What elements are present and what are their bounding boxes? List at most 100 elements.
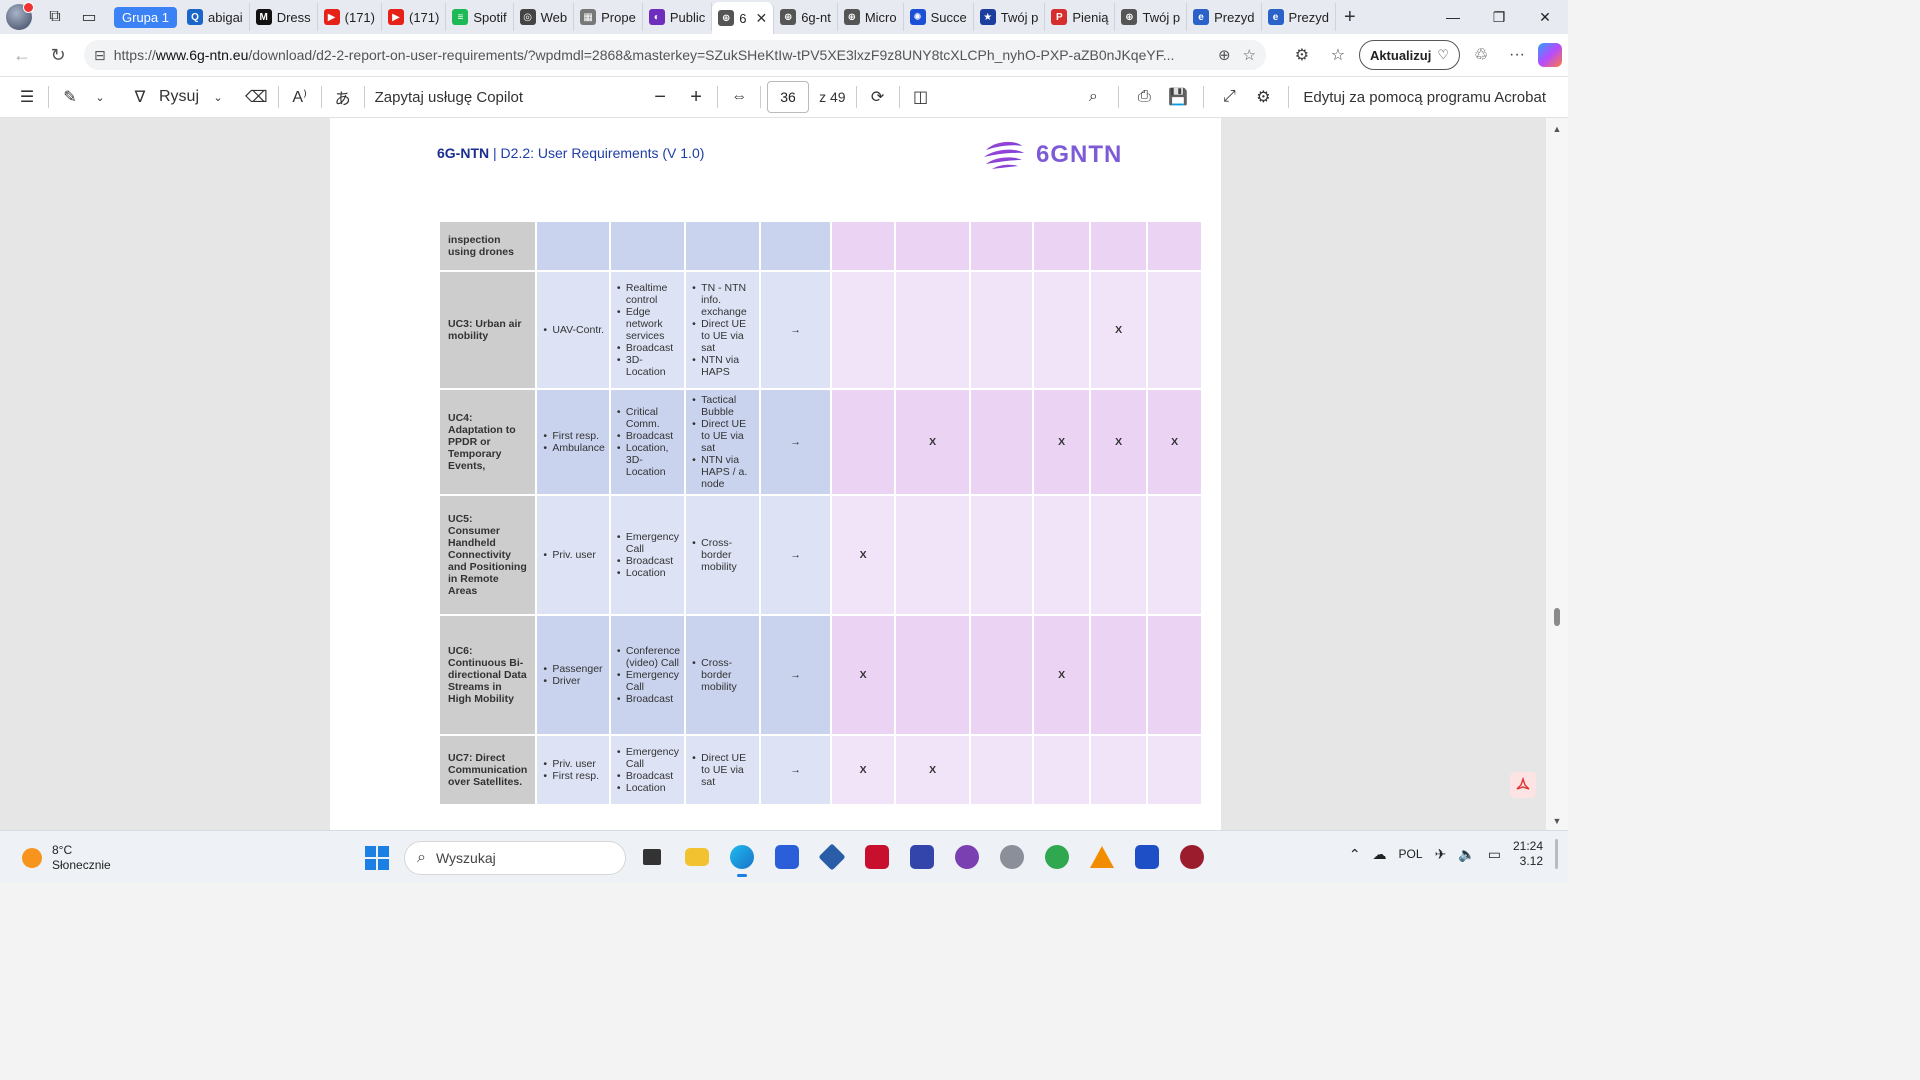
workspaces-icon[interactable]: ⧉ bbox=[38, 0, 72, 34]
file-explorer-icon[interactable] bbox=[681, 841, 713, 873]
settings-icon[interactable]: ⚙ bbox=[1248, 81, 1278, 113]
translate-icon[interactable]: あ bbox=[328, 81, 358, 113]
chevron-down-icon[interactable]: ⌄ bbox=[203, 81, 233, 113]
site-info-icon[interactable]: ⊟ bbox=[94, 47, 106, 64]
browser-tab[interactable]: ▶ (171) bbox=[318, 3, 382, 31]
browser-tab[interactable]: ◎ Web bbox=[514, 3, 575, 31]
save-disk-icon[interactable] bbox=[906, 841, 938, 873]
ask-copilot-button[interactable]: Zapytaj usługę Copilot bbox=[371, 81, 527, 113]
draw-icon[interactable]: ∇ bbox=[125, 81, 155, 113]
scroll-thumb[interactable] bbox=[1554, 608, 1560, 626]
minimize-icon[interactable]: — bbox=[1430, 0, 1476, 34]
scrollbar[interactable]: ▲ ▼ bbox=[1546, 118, 1568, 830]
tab-actions-icon[interactable]: ▭ bbox=[72, 0, 106, 34]
fullscreen-icon[interactable]: ⤢ bbox=[1214, 81, 1244, 113]
browser-tab[interactable]: ⊕ Micro bbox=[838, 3, 904, 31]
more-options-icon[interactable]: ··· bbox=[1502, 40, 1532, 70]
browser-tab[interactable]: ≡ Spotif bbox=[446, 3, 514, 31]
app-grey-icon[interactable] bbox=[996, 841, 1028, 873]
browser-tab[interactable]: e Prezyd bbox=[1262, 3, 1336, 31]
search-icon[interactable]: ⌕ bbox=[1078, 81, 1108, 113]
print-icon[interactable]: ⎙ bbox=[1129, 81, 1159, 113]
requirement-cell: Tactical BubbleDirect UE to UE via satNT… bbox=[686, 390, 760, 496]
copilot-icon[interactable] bbox=[1538, 43, 1562, 67]
eraser-icon[interactable]: ⌫ bbox=[241, 81, 272, 113]
edit-in-acrobat-button[interactable]: Edytuj za pomocą programu Acrobat bbox=[1299, 81, 1550, 113]
mapping-cell bbox=[971, 496, 1033, 616]
extensions-icon[interactable]: ⚙ bbox=[1287, 40, 1317, 70]
browser-tab[interactable]: ▦ Prope bbox=[574, 3, 643, 31]
store-icon[interactable] bbox=[771, 841, 803, 873]
favorite-star-icon[interactable]: ☆ bbox=[1243, 46, 1256, 64]
contents-icon[interactable]: ☰ bbox=[12, 81, 42, 113]
app-blue-a-icon[interactable] bbox=[1131, 841, 1163, 873]
page-view-icon[interactable]: ◫ bbox=[906, 81, 936, 113]
refresh-icon[interactable]: ↻ bbox=[40, 37, 76, 73]
task-view-icon[interactable] bbox=[636, 841, 668, 873]
edge-icon[interactable] bbox=[726, 841, 758, 877]
notification-bar[interactable] bbox=[1555, 839, 1558, 869]
airplane-icon[interactable]: ✈ bbox=[1435, 846, 1447, 863]
divider bbox=[760, 86, 762, 108]
draw-label[interactable]: Rysuj bbox=[155, 81, 203, 113]
scroll-down-icon[interactable]: ▼ bbox=[1546, 816, 1568, 826]
acrobat-float-icon[interactable] bbox=[1510, 772, 1536, 798]
app-green-icon[interactable] bbox=[1041, 841, 1073, 873]
pdf-viewer[interactable]: 6G-NTN | D2.2: User Requirements (V 1.0)… bbox=[0, 118, 1568, 830]
browser-tab[interactable]: M Dress bbox=[250, 3, 318, 31]
browser-tab[interactable]: ▶ (171) bbox=[382, 3, 447, 31]
update-button[interactable]: Aktualizuj ♡ bbox=[1358, 40, 1460, 70]
onedrive-icon[interactable]: ☁ bbox=[1373, 846, 1387, 863]
browser-tab[interactable]: ⊕ 6 ✕ bbox=[712, 2, 775, 34]
tab-group-chip[interactable]: Grupa 1 bbox=[114, 6, 177, 28]
start-button[interactable] bbox=[365, 846, 389, 870]
tab-label: Pienią bbox=[1072, 9, 1109, 25]
page-number-input[interactable]: 36 bbox=[767, 81, 810, 113]
read-aloud-icon[interactable]: A⁾ bbox=[285, 81, 315, 113]
vlc-icon[interactable] bbox=[1086, 841, 1118, 873]
url-prefix: https:// bbox=[113, 47, 156, 63]
rotate-icon[interactable]: ⟳ bbox=[863, 81, 893, 113]
app-d-icon[interactable] bbox=[1176, 841, 1208, 873]
virtualbox-icon[interactable] bbox=[816, 841, 848, 873]
browser-tab[interactable]: ⊕ 6g-nt bbox=[774, 3, 838, 31]
zoom-out-icon[interactable]: − bbox=[645, 81, 675, 113]
zoom-in-icon[interactable]: + bbox=[681, 81, 711, 113]
browser-essentials-icon[interactable]: ♲ bbox=[1466, 40, 1496, 70]
profile-avatar[interactable] bbox=[6, 2, 34, 30]
new-tab-button[interactable]: + bbox=[1344, 6, 1356, 29]
tab-label: (171) bbox=[409, 9, 440, 25]
close-window-icon[interactable]: ✕ bbox=[1522, 0, 1568, 34]
browser-tab[interactable]: ◐ Public bbox=[643, 3, 713, 31]
browser-tab[interactable]: e Prezyd bbox=[1187, 3, 1262, 31]
battery-icon[interactable]: ▭ bbox=[1488, 846, 1501, 863]
highlight-icon[interactable]: ✎ bbox=[55, 81, 85, 113]
list-item: Priv. user bbox=[543, 549, 605, 561]
save-icon[interactable]: 💾 bbox=[1163, 81, 1193, 113]
browser-tab[interactable]: P Pienią bbox=[1045, 3, 1116, 31]
app-purple-icon[interactable] bbox=[951, 841, 983, 873]
volume-icon[interactable]: 🔈 bbox=[1458, 846, 1475, 863]
browser-tab[interactable]: ⊕ Twój p bbox=[1115, 3, 1188, 31]
weather-widget[interactable]: 8°C Słonecznie bbox=[22, 843, 111, 873]
language-indicator[interactable]: POL bbox=[1399, 847, 1423, 861]
app-red-icon[interactable] bbox=[861, 841, 893, 873]
favorites-icon[interactable]: ☆ bbox=[1323, 40, 1353, 70]
back-icon[interactable]: ← bbox=[4, 37, 40, 73]
tab-close-icon[interactable]: ✕ bbox=[755, 10, 767, 27]
browser-tab[interactable]: ★ Twój p bbox=[974, 3, 1046, 31]
scroll-up-icon[interactable]: ▲ bbox=[1546, 124, 1568, 134]
tab-favicon-icon: ▦ bbox=[580, 9, 597, 25]
url-field[interactable]: ⊟ https://www.6g-ntn.eu/download/d2-2-re… bbox=[84, 40, 1266, 70]
chevron-down-icon[interactable]: ⌄ bbox=[85, 81, 115, 113]
taskbar-search[interactable]: ⌕ Wyszukaj bbox=[404, 841, 626, 875]
tab-label: (171) bbox=[344, 9, 375, 25]
clock[interactable]: 21:24 3.12 bbox=[1513, 839, 1543, 869]
restore-icon[interactable]: ❐ bbox=[1476, 0, 1522, 34]
fit-page-icon[interactable]: ⇔ bbox=[724, 81, 754, 113]
browser-tab[interactable]: Qabigai bbox=[181, 3, 250, 31]
clock-date: 3.12 bbox=[1519, 854, 1543, 868]
browser-tab[interactable]: ✺ Succe bbox=[904, 3, 974, 31]
zoom-icon[interactable]: ⊕ bbox=[1218, 46, 1231, 64]
chevron-up-icon[interactable]: ⌃ bbox=[1349, 846, 1361, 863]
